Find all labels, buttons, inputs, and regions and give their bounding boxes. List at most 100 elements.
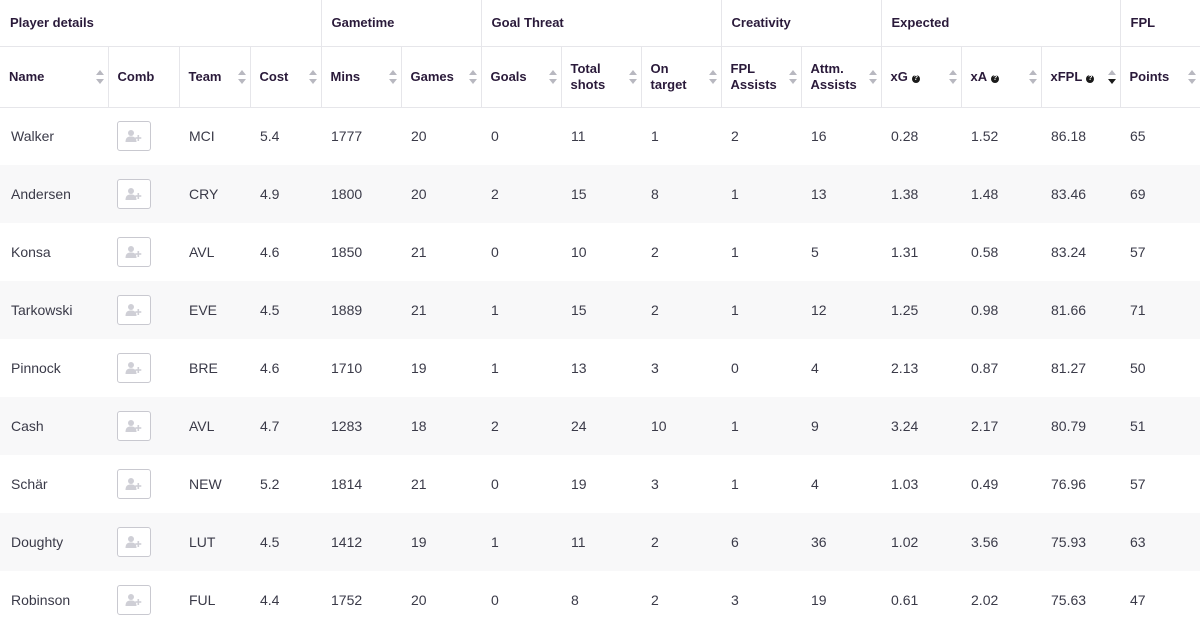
sort-arrows-icon[interactable] — [468, 69, 477, 84]
cell-xg: 1.31 — [891, 244, 919, 260]
cell-xg: 1.02 — [881, 513, 962, 571]
col-header-label: Team — [188, 68, 222, 84]
sort-arrows-icon[interactable] — [308, 69, 317, 84]
cell-name[interactable]: Doughty — [0, 513, 108, 571]
cell-fpl-assists: 6 — [721, 513, 802, 571]
col-header-attm-assists[interactable]: Attm. Assists — [801, 46, 882, 108]
col-header-xfpl[interactable]: xFPL? — [1041, 46, 1121, 108]
cell-total-shots: 10 — [571, 244, 587, 260]
question-circle-icon[interactable]: ? — [911, 74, 920, 83]
add-player-button[interactable] — [117, 585, 151, 615]
col-header-team[interactable]: Team — [179, 46, 251, 108]
cell-xa: 2.17 — [961, 397, 1042, 455]
sort-arrows-icon[interactable] — [548, 69, 557, 84]
cell-team: AVL — [189, 244, 215, 260]
question-circle-icon[interactable]: ? — [1086, 74, 1095, 83]
cell-name[interactable]: Konsa — [0, 223, 108, 281]
col-header-mins[interactable]: Mins — [321, 46, 402, 108]
sort-arrows-icon[interactable] — [788, 69, 797, 84]
cell-cost: 4.9 — [250, 165, 322, 223]
sort-arrows-icon[interactable] — [708, 69, 717, 84]
col-header-fpl-assists[interactable]: FPL Assists — [721, 46, 802, 108]
cell-cost: 4.5 — [250, 513, 322, 571]
cell-total-shots: 19 — [571, 476, 587, 492]
sort-arrows-icon[interactable] — [95, 69, 104, 84]
cell-mins: 1889 — [321, 281, 402, 339]
cell-xfpl: 81.27 — [1051, 360, 1087, 376]
col-header-name[interactable]: Name — [0, 46, 109, 108]
col-header-on-target[interactable]: On target — [641, 46, 722, 108]
add-player-button[interactable] — [117, 411, 151, 441]
question-circle-icon[interactable]: ? — [991, 74, 1000, 83]
add-user-icon — [125, 303, 143, 317]
sort-arrows-icon[interactable] — [237, 69, 246, 84]
sort-arrows-icon[interactable] — [868, 69, 877, 84]
cell-cost: 5.4 — [260, 128, 280, 145]
cell-name[interactable]: Walker — [0, 107, 108, 165]
cell-name[interactable]: Schär — [0, 455, 108, 513]
cell-name[interactable]: Cash — [0, 397, 108, 455]
col-header-cost[interactable]: Cost — [250, 46, 322, 108]
group-player-details: Player details — [0, 0, 322, 47]
cell-xg: 2.13 — [891, 360, 919, 376]
column-header-row: Name Comb Team Cost Mins Games Goals Tot… — [0, 46, 1200, 108]
col-header-xa[interactable]: xA? — [961, 46, 1042, 108]
cell-name[interactable]: Robinson — [0, 571, 108, 629]
col-header-games[interactable]: Games — [401, 46, 482, 108]
col-header-total-shots[interactable]: Total shots — [561, 46, 642, 108]
cell-games: 18 — [401, 397, 482, 455]
cell-comb — [108, 513, 179, 571]
col-header-label: xA — [970, 68, 988, 84]
col-header-xg[interactable]: xG? — [881, 46, 962, 108]
add-player-button[interactable] — [117, 179, 151, 209]
cell-on-target: 8 — [641, 165, 722, 223]
group-goal-threat: Goal Threat — [481, 0, 722, 47]
cell-attm-assists: 12 — [801, 281, 882, 339]
cell-xg: 3.24 — [881, 397, 962, 455]
sort-arrows-icon[interactable] — [1107, 69, 1116, 84]
table-row: Andersen CRY 4.9 1800 20 2 15 8 1 13 1.38 1.48 83.46… — [0, 165, 1200, 223]
col-header-label: Comb — [117, 68, 155, 84]
add-player-button[interactable] — [117, 295, 151, 325]
cell-name[interactable]: Andersen — [0, 165, 108, 223]
cell-name[interactable]: Pinnock — [0, 339, 108, 397]
cell-on-target: 2 — [651, 244, 659, 260]
add-player-button[interactable] — [117, 527, 151, 557]
add-player-button[interactable] — [117, 469, 151, 499]
col-header-points[interactable]: Points — [1120, 46, 1200, 108]
column-group-row: Player details Gametime Goal Threat Crea… — [0, 0, 1200, 47]
sort-arrows-icon[interactable] — [388, 69, 397, 84]
cell-team: CRY — [179, 165, 250, 223]
cell-xfpl: 86.18 — [1051, 128, 1087, 145]
add-user-icon — [125, 477, 143, 491]
col-header-goals[interactable]: Goals — [481, 46, 562, 108]
cell-mins: 1850 — [331, 244, 363, 260]
cell-mins: 1283 — [321, 397, 402, 455]
cell-on-target: 10 — [641, 397, 722, 455]
cell-fpl-assists: 1 — [731, 476, 739, 492]
cell-attm-assists: 13 — [801, 165, 882, 223]
sort-arrows-icon[interactable] — [948, 69, 957, 84]
cell-goals: 0 — [491, 244, 499, 260]
cell-team: EVE — [179, 281, 250, 339]
add-player-button[interactable] — [117, 237, 151, 267]
sort-arrows-icon[interactable] — [1188, 69, 1197, 84]
sort-arrows-icon[interactable] — [1028, 69, 1037, 84]
col-header-label-line1: FPL — [730, 60, 756, 76]
add-player-button[interactable] — [117, 121, 151, 152]
cell-goals: 0 — [491, 128, 499, 145]
cell-points: 50 — [1130, 360, 1146, 376]
cell-total-shots: 11 — [561, 513, 642, 571]
cell-name[interactable]: Tarkowski — [0, 281, 108, 339]
col-header-label-line1: Attm. — [810, 60, 844, 76]
cell-fpl-assists: 1 — [721, 165, 802, 223]
col-header-label: Games — [410, 68, 454, 84]
cell-goals: 1 — [491, 360, 499, 376]
cell-fpl-assists: 3 — [731, 592, 739, 608]
cell-goals: 0 — [491, 592, 499, 608]
cell-total-shots: 13 — [571, 360, 587, 376]
col-header-comb: Comb — [108, 46, 180, 108]
cell-games: 21 — [411, 476, 427, 492]
add-player-button[interactable] — [117, 353, 151, 383]
sort-arrows-icon[interactable] — [628, 69, 637, 84]
